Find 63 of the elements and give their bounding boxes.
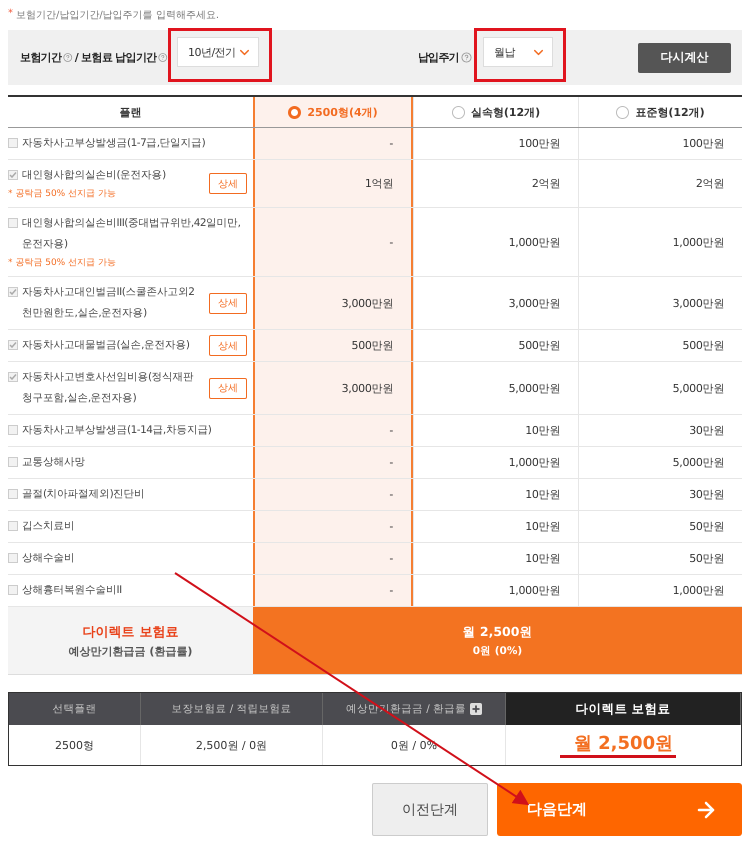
checked-checkbox[interactable] xyxy=(8,287,18,297)
filter-label: / 보험료 납입기간 xyxy=(74,50,156,65)
previous-button[interactable]: 이전단계 xyxy=(372,783,488,836)
required-mark: * xyxy=(8,8,13,21)
table-cell: - xyxy=(253,447,413,478)
dropdown[interactable]: 10년/전기 xyxy=(177,37,259,67)
summary-subtitle: 예상만기환급금 (환급률) xyxy=(68,644,192,658)
dropdown[interactable]: 월납 xyxy=(483,37,553,67)
plus-icon[interactable] xyxy=(470,703,482,715)
column-header: 선택플랜 xyxy=(9,693,141,725)
coverage-name: 자동차사고부상발생금(1-7급,단일지급) xyxy=(22,136,206,151)
column-header: 보장보험료 / 적립보험료 xyxy=(141,693,323,725)
coverage-name: 교통상해사망 xyxy=(22,455,85,470)
checked-checkbox[interactable] xyxy=(8,340,18,350)
table-cell: - xyxy=(253,575,413,606)
table-cell: 1억원 xyxy=(253,160,413,207)
checkbox[interactable] xyxy=(8,489,18,499)
coverage-name: 자동차사고변호사선임비용(정식재판청구포함,실손,운전자용) xyxy=(22,370,195,406)
coverage-name: 깁스치료비 xyxy=(22,519,74,534)
coverage-name: 골절(치아파절제외)진단비 xyxy=(22,487,145,502)
help-icon[interactable] xyxy=(63,52,73,63)
table-cell: 2,500원 / 0원 xyxy=(141,725,323,765)
table-cell: 0원 / 0% xyxy=(323,725,506,765)
table-cell: - xyxy=(253,128,413,159)
coverage-name: 자동차사고부상발생금(1-14급,차등지급) xyxy=(22,423,212,438)
recalculate-button[interactable]: 다시계산 xyxy=(638,42,731,72)
coverage-name: 상해흉터복원수술비II xyxy=(22,583,122,598)
table-cell: 2500형 xyxy=(9,725,141,765)
checkbox[interactable] xyxy=(8,457,18,467)
table-cell: - xyxy=(253,543,413,574)
column-header: 플랜 xyxy=(118,104,142,120)
table-cell: - xyxy=(253,208,413,276)
total-price: 월 2,500원 xyxy=(574,732,674,754)
checkbox[interactable] xyxy=(8,425,18,435)
filter-label: 보험기간 xyxy=(20,50,62,65)
coverage-note: * 공탁금 50% 선지급 가능 xyxy=(8,257,117,270)
table-cell: 500만원 xyxy=(253,330,413,361)
coverage-name: 자동차사고대물벌금(실손,운전자용) xyxy=(22,338,190,353)
table-cell: - xyxy=(253,479,413,510)
coverage-name: 상해수술비 xyxy=(22,551,74,566)
column-header: 다이렉트 보험료 xyxy=(506,693,741,725)
checkbox[interactable] xyxy=(8,521,18,531)
help-icon[interactable] xyxy=(461,52,472,63)
checkbox[interactable] xyxy=(8,138,18,148)
checkbox[interactable] xyxy=(8,553,18,563)
help-icon[interactable] xyxy=(158,52,168,63)
checkbox[interactable] xyxy=(8,585,18,595)
table-cell: 3,000만원 xyxy=(253,277,413,329)
coverage-note: * 공탁금 50% 선지급 가능 xyxy=(8,188,117,201)
table-cell: 3,000만원 xyxy=(253,362,413,414)
coverage-name: 자동차사고대인벌금II(스쿨존사고외2천만원한도,실손,운전자용) xyxy=(22,285,196,321)
summary-title: 다이렉트 보험료 xyxy=(82,624,178,640)
table-cell: - xyxy=(253,511,413,542)
coverage-name: 대인형사합의실손비III(중대법규위반,42일미만,운전자용) xyxy=(22,216,242,252)
checkbox[interactable] xyxy=(8,218,18,228)
table-cell: - xyxy=(253,415,413,446)
notice-text: 보험기간/납입기간/납입주기를 입력해주세요. xyxy=(16,9,220,23)
checked-checkbox[interactable] xyxy=(8,170,18,180)
checked-checkbox[interactable] xyxy=(8,372,18,382)
refund-amount: 0원 (0%) xyxy=(472,644,522,658)
premium-amount: 월 2,500원 xyxy=(462,624,532,640)
filter-label: 납입주기 xyxy=(418,50,459,65)
coverage-name: 대인형사합의실손비(운전자용) xyxy=(22,168,166,183)
